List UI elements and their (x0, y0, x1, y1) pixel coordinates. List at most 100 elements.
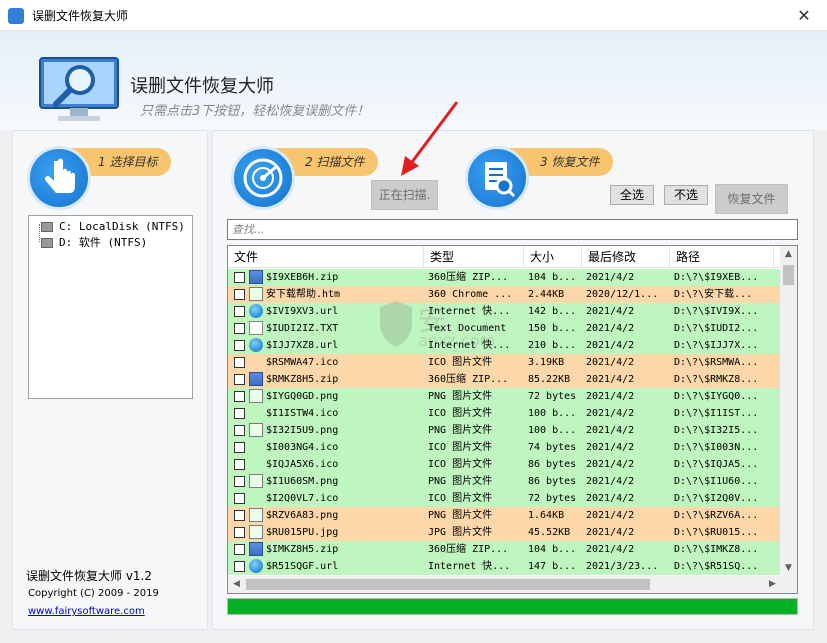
img-file-icon (249, 474, 263, 488)
cell-name: $I9XEB6H.zip (266, 272, 339, 283)
scroll-right-arrow[interactable]: ▶ (764, 576, 781, 593)
ico-file-icon (249, 457, 263, 471)
table-row[interactable]: $I9XEB6H.zip 360压缩 ZIP... 104 b... 2021/4/2… (228, 269, 781, 286)
row-checkbox[interactable] (234, 425, 245, 436)
horizontal-scrollbar[interactable]: ◀ ▶ (228, 576, 781, 593)
cell-name: $IYGQ0GD.png (266, 391, 339, 402)
cell-path: D:\?\$IVI9X... (674, 306, 759, 317)
row-checkbox[interactable] (234, 527, 245, 538)
column-header-modified[interactable]: 最后修改 (582, 246, 670, 268)
tree-item-c-drive[interactable]: C: LocalDisk (NTFS) (41, 219, 185, 235)
column-header-size[interactable]: 大小 (524, 246, 582, 268)
table-row[interactable]: $RZV6A83.png PNG 图片文件 1.64KB 2021/4/2 D:\?\$… (228, 507, 781, 524)
row-checkbox[interactable] (234, 357, 245, 368)
row-checkbox[interactable] (234, 306, 245, 317)
about-version: 误删文件恢复大师 v1.2 (26, 569, 153, 583)
cell-name: $I2Q0VL7.ico (266, 493, 339, 504)
cell-type: ICO 图片文件 (428, 459, 493, 470)
cell-path: D:\?\$IMKZ8... (674, 544, 759, 555)
cell-name: $I003NG4.ico (266, 442, 339, 453)
recover-button[interactable]: 恢复文件 (715, 184, 788, 214)
table-row[interactable]: $I32I5U9.png PNG 图片文件 100 b... 2021/4/2 D:\?… (228, 422, 781, 439)
cell-name: $RZV6A83.png (266, 510, 339, 521)
row-checkbox[interactable] (234, 459, 245, 470)
cell-modified: 2021/3/23... (586, 561, 659, 572)
select-none-button[interactable]: 不选 (664, 185, 708, 205)
column-header-type[interactable]: 类型 (424, 246, 524, 268)
cell-path: D:\?\$IUDI2... (674, 323, 759, 334)
cell-path: D:\?\$I32I5... (674, 425, 759, 436)
table-row[interactable]: $R51SQGF.url Internet 快... 147 b... 2021/3/… (228, 558, 781, 575)
drive-tree[interactable]: C: LocalDisk (NTFS) D: 软件 (NTFS) (28, 215, 193, 399)
web-file-icon (249, 559, 263, 573)
row-checkbox[interactable] (234, 374, 245, 385)
row-checkbox[interactable] (234, 272, 245, 283)
hand-pointer-icon (44, 158, 75, 193)
table-row[interactable]: $I2Q0VL7.ico ICO 图片文件 72 bytes 2021/4/2 D:\?… (228, 490, 781, 507)
row-checkbox[interactable] (234, 561, 245, 572)
cell-modified: 2021/4/2 (586, 493, 635, 504)
table-row[interactable]: $RSMWA47.ico ICO 图片文件 3.19KB 2021/4/2 D:\?\$… (228, 354, 781, 371)
row-checkbox[interactable] (234, 289, 245, 300)
table-row[interactable]: $IYGQ0GD.png PNG 图片文件 72 bytes 2021/4/2 D:\?… (228, 388, 781, 405)
scroll-down-arrow[interactable]: ▼ (780, 560, 797, 577)
scan-progress-bar (227, 598, 798, 615)
tree-item-d-drive[interactable]: D: 软件 (NTFS) (41, 235, 147, 251)
row-checkbox[interactable] (234, 510, 245, 521)
window-title: 误删文件恢复大师 (32, 9, 129, 23)
table-row[interactable]: $I1U60SM.png PNG 图片文件 86 bytes 2021/4/2 D:\?… (228, 473, 781, 490)
cell-path: D:\?\$I9XEB... (674, 272, 759, 283)
row-checkbox[interactable] (234, 544, 245, 555)
row-checkbox[interactable] (234, 323, 245, 334)
table-row[interactable]: $IQJA5X6.ico ICO 图片文件 86 bytes 2021/4/2 D:\?… (228, 456, 781, 473)
row-checkbox[interactable] (234, 391, 245, 402)
cell-name: $IQJA5X6.ico (266, 459, 339, 470)
table-row[interactable]: $I1ISTW4.ico ICO 图片文件 100 b... 2021/4/2 D:\?… (228, 405, 781, 422)
cell-size: 85.22KB (528, 374, 571, 385)
table-row[interactable]: $RU015PU.jpg JPG 图片文件 45.52KB 2021/4/2 D:\?\… (228, 524, 781, 541)
search-input[interactable]: 查找... (227, 219, 798, 240)
scroll-up-arrow[interactable]: ▲ (780, 246, 797, 263)
table-row[interactable]: $IJJ7XZ8.url Internet 快... 210 b... 2021/4/… (228, 337, 781, 354)
close-button[interactable]: ✕ (781, 0, 827, 31)
row-checkbox[interactable] (234, 493, 245, 504)
cell-type: PNG 图片文件 (428, 425, 493, 436)
img-file-icon (249, 389, 263, 403)
cell-path: D:\?\$I1IST... (674, 408, 759, 419)
scroll-thumb[interactable] (246, 579, 650, 590)
table-row[interactable]: 安下载帮助.htm 360 Chrome ... 2.44KB 2020/12/1..… (228, 286, 781, 303)
cell-type: 360压缩 ZIP... (428, 272, 509, 283)
cell-name: $RU015PU.jpg (266, 527, 339, 538)
cell-type: ICO 图片文件 (428, 408, 493, 419)
select-all-button[interactable]: 全选 (610, 185, 654, 205)
row-checkbox[interactable] (234, 340, 245, 351)
cell-size: 100 b... (528, 408, 577, 419)
scroll-thumb[interactable] (783, 265, 794, 285)
table-row[interactable]: $I003NG4.ico ICO 图片文件 74 bytes 2021/4/2 D:\?… (228, 439, 781, 456)
table-row[interactable]: $IMKZ8H5.zip 360压缩 ZIP... 104 b... 2021/4/2… (228, 541, 781, 558)
cell-modified: 2021/4/2 (586, 425, 635, 436)
column-header-file[interactable]: 文件 (228, 246, 424, 268)
vertical-scrollbar[interactable]: ▲ ▼ (780, 246, 797, 577)
monitor-magnifier-icon (39, 57, 119, 121)
website-link[interactable]: www.fairysoftware.com (28, 606, 145, 617)
table-row[interactable]: $IVI9XV3.url Internet 快... 142 b... 2021/4/… (228, 303, 781, 320)
file-list[interactable]: 文件 类型 大小 最后修改 路径 $I9XEB6H.zip 360压缩 ZIP..… (227, 245, 798, 594)
img-file-icon (249, 508, 263, 522)
cell-path: D:\?\$IQJA5... (674, 459, 759, 470)
row-checkbox[interactable] (234, 408, 245, 419)
table-row[interactable]: $RMKZ8H5.zip 360压缩 ZIP... 85.22KB 2021/4/2 D… (228, 371, 781, 388)
cell-modified: 2021/4/2 (586, 391, 635, 402)
cell-size: 142 b... (528, 306, 577, 317)
row-checkbox[interactable] (234, 442, 245, 453)
app-icon (8, 8, 24, 24)
tree-item-label: D: 软件 (NTFS) (59, 236, 148, 249)
step-2-circle (231, 146, 295, 210)
cell-modified: 2021/4/2 (586, 374, 635, 385)
scan-button[interactable]: 正在扫描. (371, 180, 438, 210)
row-checkbox[interactable] (234, 476, 245, 487)
table-row[interactable]: $IUDI2IZ.TXT Text Document 150 b... 2021/4/… (228, 320, 781, 337)
cell-size: 3.19KB (528, 357, 565, 368)
column-header-path[interactable]: 路径 (670, 246, 774, 268)
scroll-left-arrow[interactable]: ◀ (228, 576, 245, 593)
